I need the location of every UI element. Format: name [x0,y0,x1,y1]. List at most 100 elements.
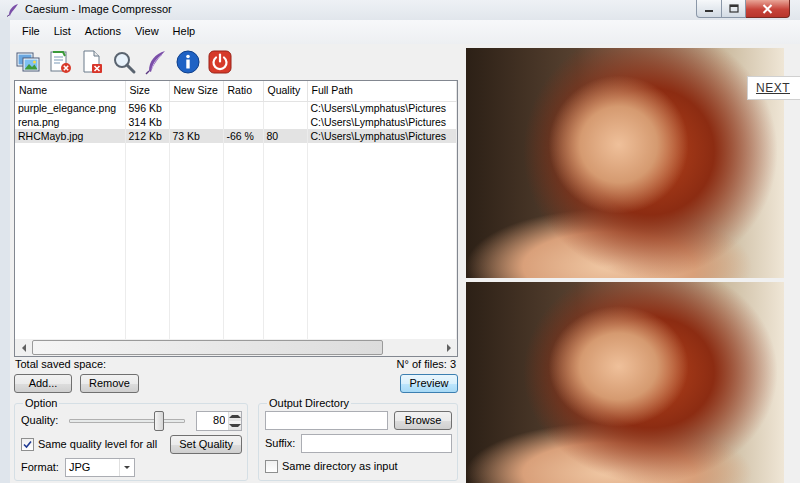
file-row[interactable]: purple_elegance.png596 Kb C:\Users\Lympha… [15,101,457,115]
summary-bar: Total saved space: N° of files: 3 [14,357,458,373]
magnifier-icon[interactable] [110,49,137,76]
output-directory-input[interactable] [265,411,388,430]
remove-button[interactable]: Remove [80,374,139,393]
file-cell [223,101,263,115]
file-cell [169,101,223,115]
up-arrow-icon [229,415,241,418]
spin-buttons[interactable] [228,412,241,430]
file-cell: rena.png [15,115,125,129]
column-header[interactable]: Full Path [307,81,457,101]
checkbox-label[interactable]: Same quality level for all [38,438,157,452]
quality-row: Quality: [21,410,242,432]
quality-slider[interactable] [64,410,190,432]
preview-button[interactable]: Preview [400,374,458,393]
minimize-icon[interactable] [696,0,722,18]
file-row[interactable]: RHCMayb.jpg212 Kb73 Kb-66 %80C:\Users\Ly… [15,129,457,143]
remove-file-icon[interactable] [78,49,105,76]
compressed-preview [466,282,784,483]
checkbox-row[interactable]: Same quality level for all [21,438,157,452]
checkbox-label[interactable]: Same directory as input [282,460,398,474]
slider-track[interactable] [69,419,185,423]
output-group: Output Directory Browse Suffix: Same direct… [258,397,458,481]
add-button[interactable]: Add... [14,374,72,393]
file-cell [169,115,223,129]
down-arrow-icon [229,424,241,427]
format-value: JPG [66,461,119,475]
file-cell: 596 Kb [125,101,169,115]
column-header[interactable]: New Size [169,81,223,101]
quality-label: Quality: [21,414,58,428]
suffix-label: Suffix: [265,437,295,451]
checkbox-row[interactable]: Same directory as input [265,460,398,474]
file-count: N° of files: 3 [397,358,456,372]
quality-input[interactable] [197,412,228,430]
feather-icon [6,3,20,17]
set-quality-button[interactable]: Set Quality [170,435,242,454]
clear-list-icon[interactable] [46,49,73,76]
filler-cell [125,143,169,339]
file-cell [263,101,307,115]
arrow-icon [124,466,130,469]
app-window: Caesium - Image Compressor FileListActio… [0,0,800,483]
original-preview [466,48,784,278]
slider-thumb[interactable] [154,411,164,431]
file-row[interactable]: rena.png314 KbC:\Users\Lymphatus\Picture… [15,115,457,129]
directory-row: Browse [265,410,452,431]
info-icon[interactable] [174,49,201,76]
next-tab[interactable]: NEXT [747,76,800,100]
file-cell [223,115,263,129]
maximize-icon[interactable] [722,0,746,18]
file-cell: 73 Kb [169,129,223,143]
suffix-input[interactable] [301,434,452,453]
suffix-row: Suffix: [265,433,452,454]
group-title: Output Directory [267,397,351,410]
scroll-thumb[interactable] [32,340,383,355]
menu-item[interactable]: List [47,25,78,39]
browse-button[interactable]: Browse [394,411,452,430]
file-cell: RHCMayb.jpg [15,129,125,143]
option-group: OptionQuality:Same quality level for all… [14,397,248,481]
column-header[interactable]: Quality [263,81,307,101]
checkbox[interactable] [265,460,278,473]
scroll-track[interactable] [32,339,440,356]
file-cell [263,115,307,129]
checkbox[interactable] [21,438,34,451]
column-header[interactable]: Name [15,81,125,101]
filler-cell [169,143,223,339]
menu-item[interactable]: Help [166,25,203,39]
menu-item[interactable]: View [128,25,166,39]
add-pictures-icon[interactable] [14,49,41,76]
file-cell: purple_elegance.png [15,101,125,115]
spin-up-icon[interactable] [229,412,241,421]
column-header[interactable]: Ratio [223,81,263,101]
feather-icon[interactable] [142,49,169,76]
format-label: Format: [21,461,59,475]
menu-item[interactable]: Actions [78,25,128,39]
scroll-left-icon[interactable] [15,339,32,356]
same-quality-row: Same quality level for all Set Quality [21,434,242,455]
file-cell: C:\Users\Lymphatus\Pictures [307,101,457,115]
file-list[interactable]: NameSizeNew SizeRatioQualityFull Path pu… [14,80,458,357]
file-panel: NameSizeNew SizeRatioQualityFull Path pu… [10,44,462,483]
column-header[interactable]: Size [125,81,169,101]
filler-cell [15,143,125,339]
saved-space-label: Total saved space: [15,358,106,372]
list-filler [15,143,457,339]
close-icon[interactable] [746,0,790,18]
file-cell: 212 Kb [125,129,169,143]
power-icon[interactable] [206,49,233,76]
filler-cell [307,143,457,339]
spin-down-icon[interactable] [229,421,241,430]
scroll-right-icon[interactable] [440,339,457,356]
horizontal-scrollbar[interactable] [15,339,457,356]
menu-item[interactable]: File [15,25,47,39]
title-bar: Caesium - Image Compressor [0,0,800,20]
format-row: Format: JPG [21,457,242,478]
file-cell: 80 [263,129,307,143]
dropdown-arrow-icon[interactable] [119,459,134,476]
format-select[interactable]: JPG [65,458,135,477]
list-buttons: Add... Remove Preview [14,373,458,393]
file-cell: C:\Users\Lymphatus\Pictures [307,129,457,143]
file-cell: 314 Kb [125,115,169,129]
quality-spinbox[interactable] [196,411,242,431]
